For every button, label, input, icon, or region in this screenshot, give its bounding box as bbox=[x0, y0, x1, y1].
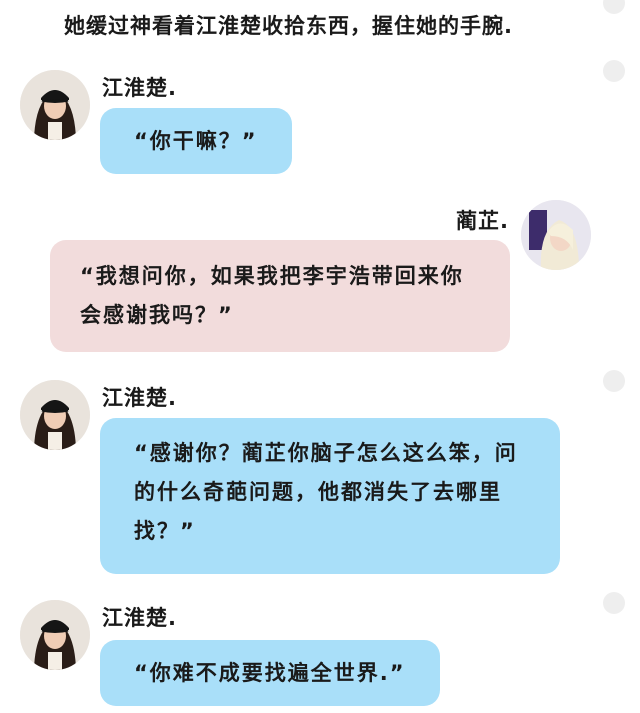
sender-name: 江淮楚. bbox=[102, 76, 177, 100]
avatar-jianghuaichu[interactable] bbox=[20, 600, 90, 670]
more-dot-3[interactable] bbox=[603, 370, 625, 392]
message-bubble[interactable]: “我想问你，如果我把李宇浩带回来你 会感谢我吗？” bbox=[50, 240, 510, 352]
message-bubble[interactable]: “你干嘛？” bbox=[100, 108, 292, 174]
narration-text: 她缓过神看着江淮楚收拾东西，握住她的手腕. bbox=[64, 14, 513, 38]
sender-name: 蔺芷. bbox=[456, 209, 509, 233]
message-bubble[interactable]: “感谢你？蔺芷你脑子怎么这么笨，问 的什么奇葩问题，他都消失了去哪里 找？” bbox=[100, 418, 560, 574]
avatar-jianghuaichu[interactable] bbox=[20, 380, 90, 450]
more-dot-2[interactable] bbox=[603, 60, 625, 82]
message-bubble[interactable]: “你难不成要找遍全世界.” bbox=[100, 640, 440, 706]
more-dot-4[interactable] bbox=[603, 592, 625, 614]
chat-screen: 她缓过神看着江淮楚收拾东西，握住她的手腕. 江淮楚. “你干嘛？” 蔺芷. “我… bbox=[0, 0, 640, 713]
girl-avatar-icon bbox=[521, 200, 591, 270]
sender-name: 江淮楚. bbox=[102, 606, 177, 630]
girl-avatar-icon bbox=[20, 70, 90, 140]
avatar-jianghuaichu[interactable] bbox=[20, 70, 90, 140]
sender-name: 江淮楚. bbox=[102, 386, 177, 410]
girl-avatar-icon bbox=[20, 600, 90, 670]
more-dot-1[interactable] bbox=[603, 0, 625, 14]
avatar-linzhi[interactable] bbox=[521, 200, 591, 270]
girl-avatar-icon bbox=[20, 380, 90, 450]
